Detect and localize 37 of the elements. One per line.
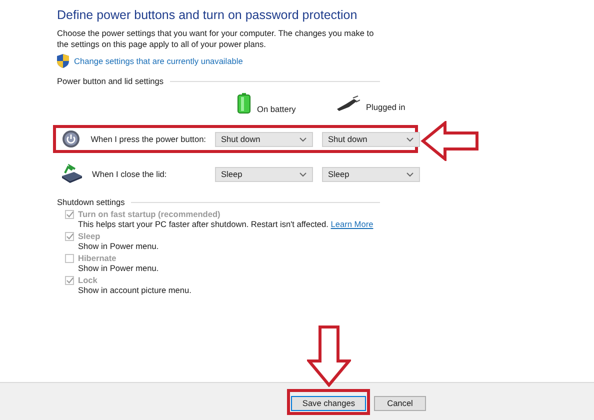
column-header: Plugged in bbox=[366, 102, 406, 112]
section-heading: Shutdown settings bbox=[57, 197, 125, 207]
chevron-icon bbox=[299, 172, 307, 176]
dropdown[interactable]: Shut down bbox=[215, 132, 313, 146]
check-icon bbox=[66, 210, 74, 218]
arrow-icon bbox=[307, 325, 352, 387]
setting-label: When I close the lid: bbox=[92, 169, 167, 179]
setting-label: When I press the power button: bbox=[90, 134, 206, 144]
chevron-icon bbox=[406, 172, 414, 176]
admin-settings-link[interactable]: Change settings that are currently unavailable bbox=[74, 56, 243, 66]
option-description: This helps start your PC faster after shutdown. Restart isn't affected. Learn More bbox=[78, 219, 374, 229]
laptop-icon bbox=[60, 164, 84, 184]
check-icon bbox=[66, 232, 74, 240]
chevron-icon bbox=[299, 136, 307, 142]
dropdown[interactable]: Sleep bbox=[322, 166, 420, 182]
option-description: Show in Power menu. bbox=[78, 241, 160, 251]
option-label: Lock bbox=[78, 275, 98, 285]
dropdown[interactable]: Shut down bbox=[322, 132, 420, 146]
cancel-button[interactable]: Cancel bbox=[374, 396, 426, 411]
dropdown[interactable]: Sleep bbox=[215, 166, 313, 182]
option-description: Show in account picture menu. bbox=[78, 285, 192, 295]
check-icon bbox=[66, 276, 74, 284]
chevron-icon bbox=[406, 136, 414, 142]
column-header: On battery bbox=[257, 104, 296, 114]
plug-icon bbox=[336, 95, 360, 112]
page-title: Define power buttons and turn on password protection bbox=[57, 8, 358, 22]
arrow-icon bbox=[419, 121, 481, 161]
option-label: Turn on fast startup (recommended) bbox=[78, 209, 220, 219]
description-text: Choose the power settings that you want for your computer. The changes you make to the settings on this page apply to all of your power plans. bbox=[57, 28, 375, 50]
section-heading: Power button and lid settings bbox=[57, 76, 164, 86]
option-label: Sleep bbox=[78, 231, 100, 241]
option-label: Hibernate bbox=[78, 253, 116, 263]
battery-icon bbox=[237, 93, 251, 114]
save-button[interactable]: Save changes bbox=[291, 396, 366, 411]
option-description: Show in Power menu. bbox=[78, 263, 160, 273]
power-button-icon bbox=[62, 130, 80, 148]
shield-icon bbox=[57, 54, 69, 68]
